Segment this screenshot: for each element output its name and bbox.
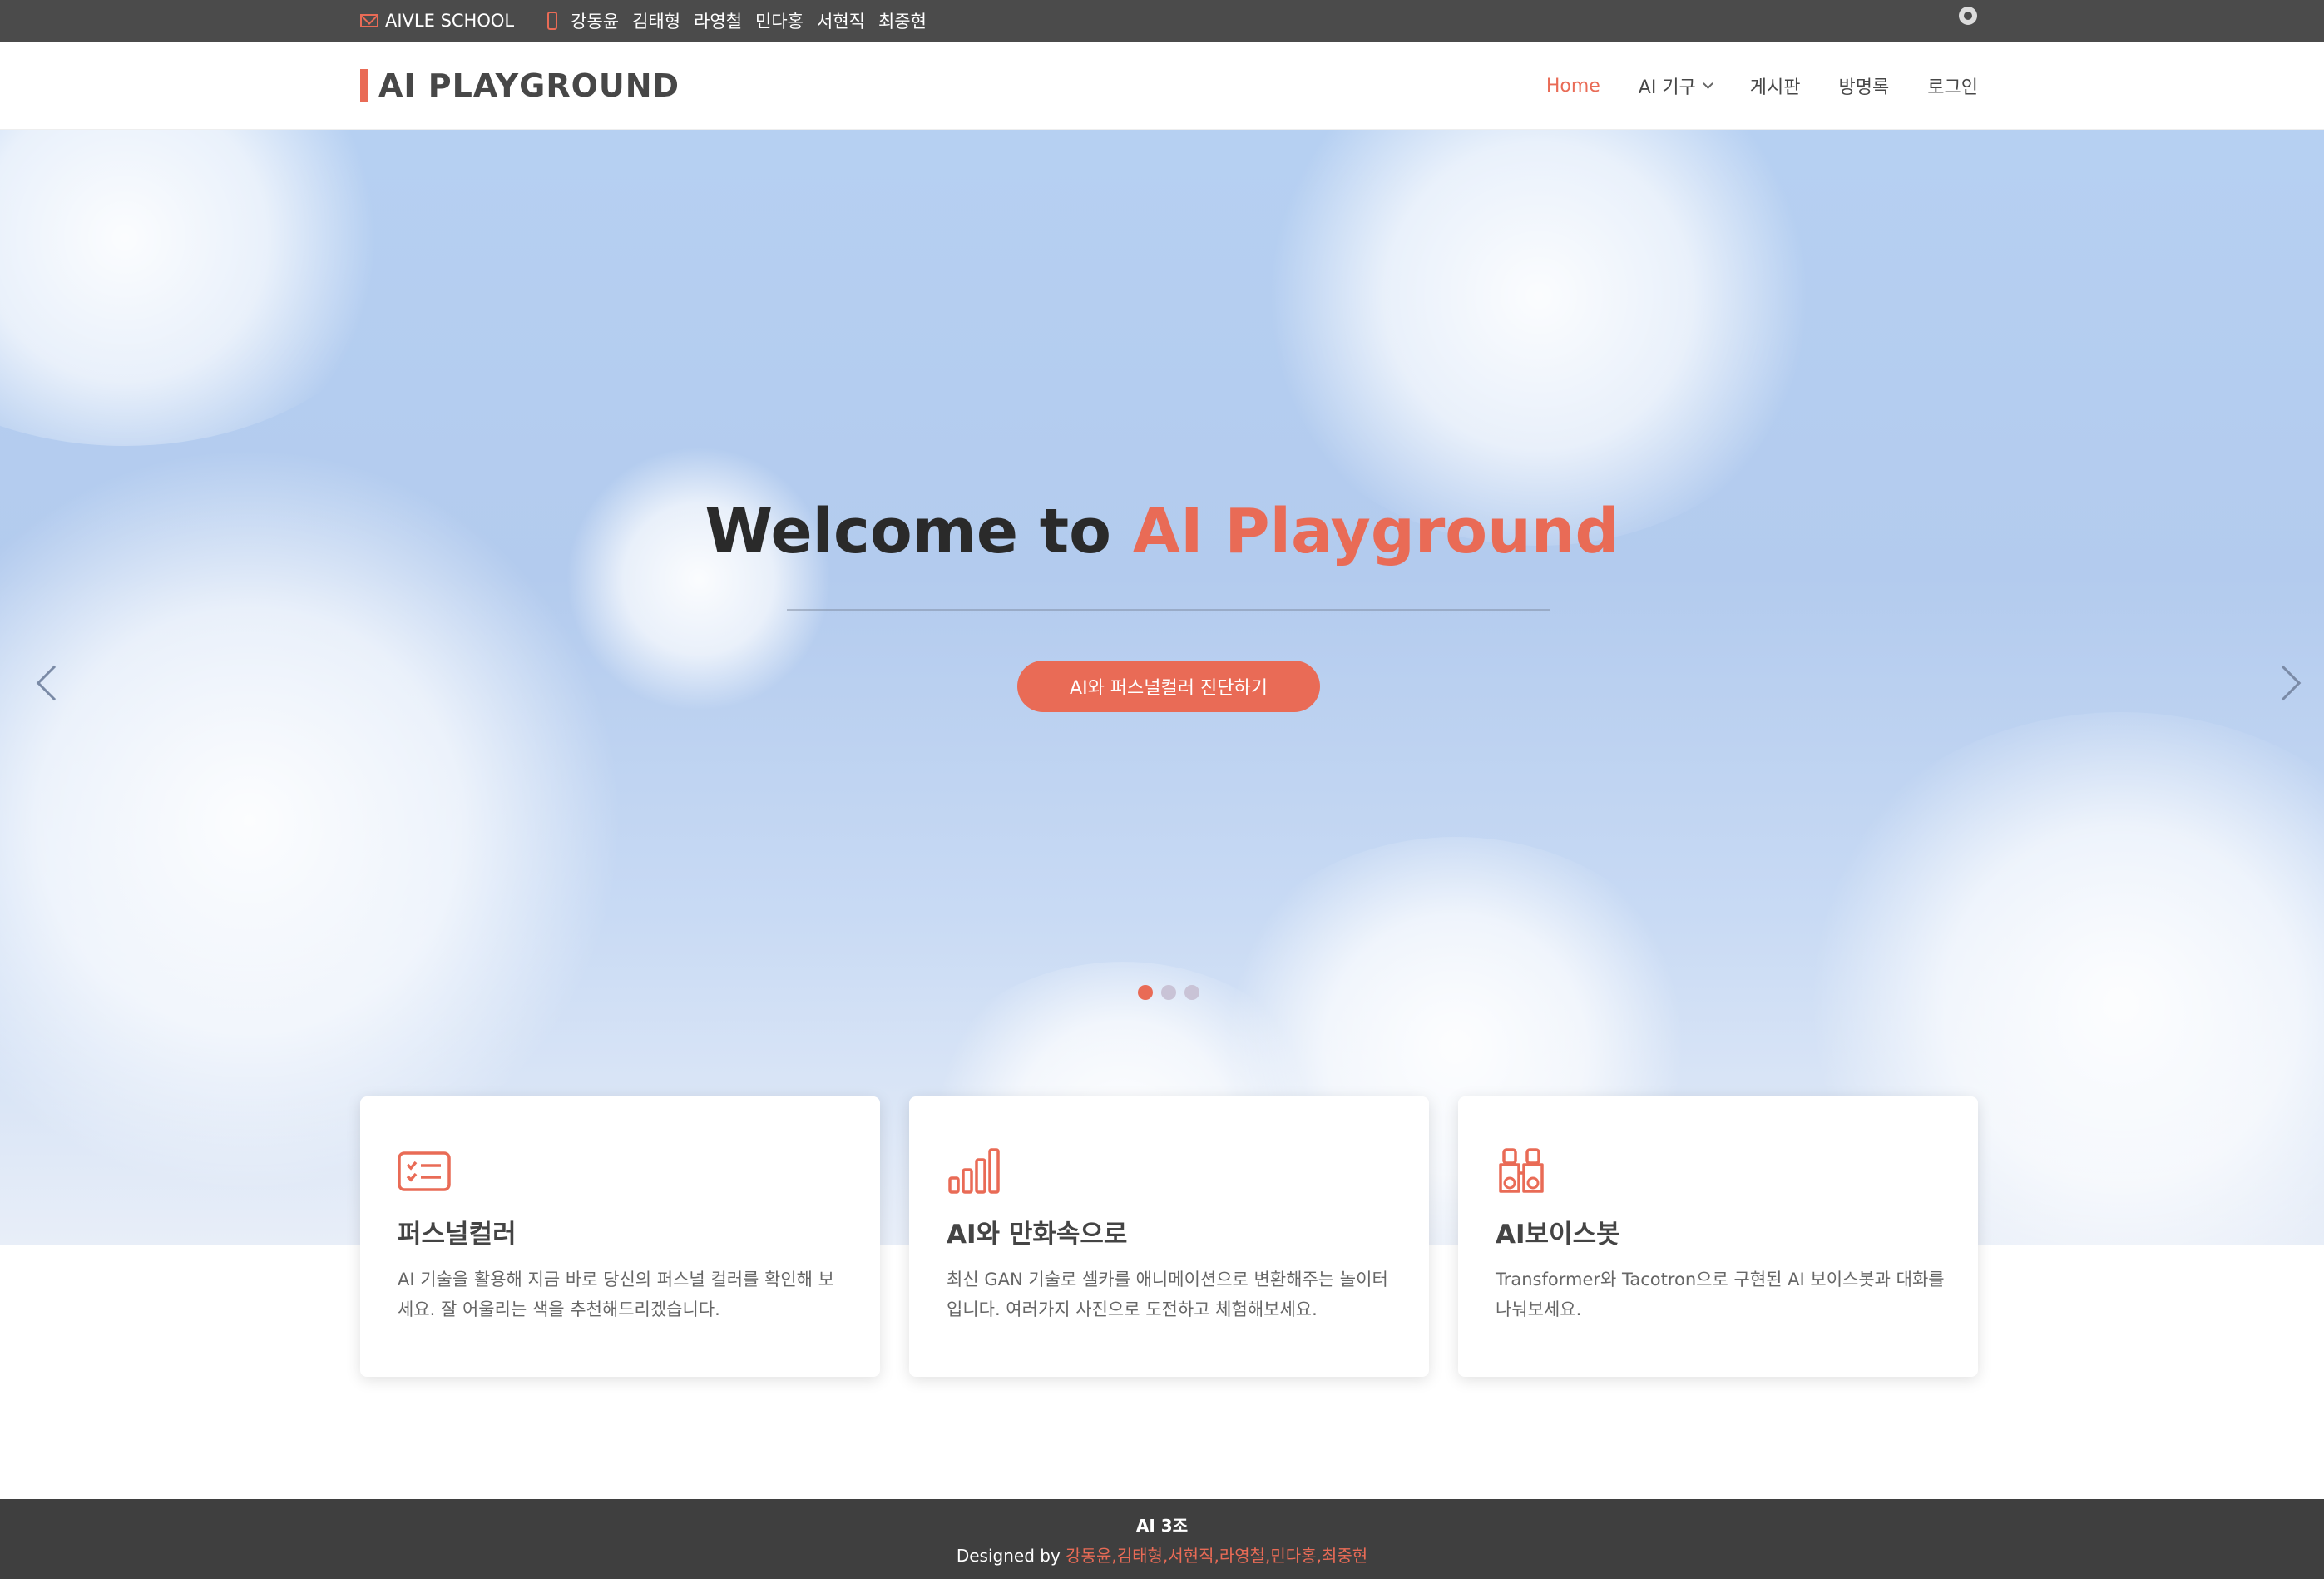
cloud-decoration — [0, 130, 416, 446]
carousel-dot[interactable] — [1161, 985, 1176, 1000]
brand-label: AIVLE SCHOOL — [385, 11, 515, 31]
nav-ai-tools[interactable]: AI 기구 — [1638, 72, 1713, 99]
card-title: AI와 만화속으로 — [947, 1220, 1128, 1250]
card-title: AI보이스봇 — [1496, 1220, 1620, 1250]
card-title: 퍼스널컬러 — [398, 1220, 517, 1250]
envelope-icon — [360, 14, 378, 27]
site-header: AI PLAYGROUND Home AI 기구 게시판 방명록 로그인 — [0, 42, 2324, 130]
footer-credits: Designed by 강동윤,김태형,서현직,라영철,민다홍,최중현 — [0, 1542, 2324, 1567]
top-bar: AIVLE SCHOOL 강동윤 김태형 라영철 민다홍 서현직 최중현 — [0, 0, 2324, 42]
bar-chart-icon — [948, 1148, 1000, 1194]
member-name: 강동윤 — [571, 12, 620, 32]
cloud-decoration — [1248, 130, 1830, 546]
footer-team: AI 3조 — [1135, 1516, 1189, 1536]
logo-text: AI PLAYGROUND — [378, 67, 680, 104]
carousel-indicators — [1138, 985, 1208, 1000]
top-bar-contact: AIVLE SCHOOL 강동윤 김태형 라영철 민다홍 서현직 최중현 — [360, 0, 940, 42]
hero-divider — [787, 609, 1550, 611]
feature-card-voicebot[interactable]: AI보이스봇 Transformer와 Tacotron으로 구현된 AI 보이… — [1458, 1096, 1978, 1377]
feature-card-personal-color[interactable]: 퍼스널컬러 AI 기술을 활용해 지금 바로 당신의 퍼스널 컬러를 확인해 보… — [360, 1096, 880, 1377]
chevron-down-icon — [1702, 77, 1713, 89]
main-nav: Home AI 기구 게시판 방명록 로그인 — [1508, 42, 1978, 130]
hero-title: Welcome to AI Playground — [0, 496, 2324, 567]
hero-title-prefix: Welcome to — [705, 496, 1133, 567]
nav-ai-tools-label: AI 기구 — [1638, 77, 1696, 98]
footer-designed-by-label: Designed by — [956, 1546, 1066, 1566]
site-logo[interactable]: AI PLAYGROUND — [360, 42, 680, 130]
hero-carousel: Welcome to AI Playground AI와 퍼스널컬러 진단하기 — [0, 130, 2324, 1245]
footer-designers: 강동윤,김태형,서현직,라영철,민다홍,최중현 — [1066, 1546, 1368, 1566]
nav-home[interactable]: Home — [1546, 76, 1600, 97]
member-name: 최중현 — [878, 12, 927, 32]
github-icon[interactable] — [1959, 7, 1977, 25]
binoculars-icon — [1499, 1148, 1544, 1193]
carousel-next-arrow-icon[interactable] — [2265, 665, 2302, 701]
checklist-icon — [398, 1151, 451, 1191]
nav-guestbook[interactable]: 방명록 — [1839, 72, 1890, 99]
card-description: AI 기술을 활용해 지금 바로 당신의 퍼스널 컬러를 확인해 보세요. 잘 … — [398, 1270, 834, 1319]
member-name: 김태형 — [632, 12, 681, 32]
site-footer: AI 3조 Designed by 강동윤,김태형,서현직,라영철,민다홍,최중… — [0, 1499, 2324, 1579]
personal-color-cta-button[interactable]: AI와 퍼스널컬러 진단하기 — [1017, 661, 1320, 712]
member-name: 민다홍 — [755, 12, 804, 32]
feature-card-cartoon[interactable]: AI와 만화속으로 최신 GAN 기술로 셀카를 애니메이션으로 변환해주는 놀… — [909, 1096, 1429, 1377]
nav-login[interactable]: 로그인 — [1927, 72, 1978, 99]
phone-icon — [547, 12, 558, 30]
card-description: Transformer와 Tacotron으로 구현된 AI 보이스봇과 대화를… — [1496, 1270, 1945, 1319]
member-name: 라영철 — [694, 12, 743, 32]
member-name: 서현직 — [817, 12, 865, 32]
nav-board[interactable]: 게시판 — [1750, 72, 1801, 99]
carousel-dot[interactable] — [1184, 985, 1199, 1000]
carousel-dot[interactable] — [1138, 985, 1153, 1000]
hero-title-accent: AI Playground — [1132, 496, 1619, 567]
card-description: 최신 GAN 기술로 셀카를 애니메이션으로 변환해주는 놀이터입니다. 여러가… — [947, 1270, 1388, 1319]
cloud-decoration — [566, 446, 832, 712]
logo-mark — [360, 69, 368, 102]
